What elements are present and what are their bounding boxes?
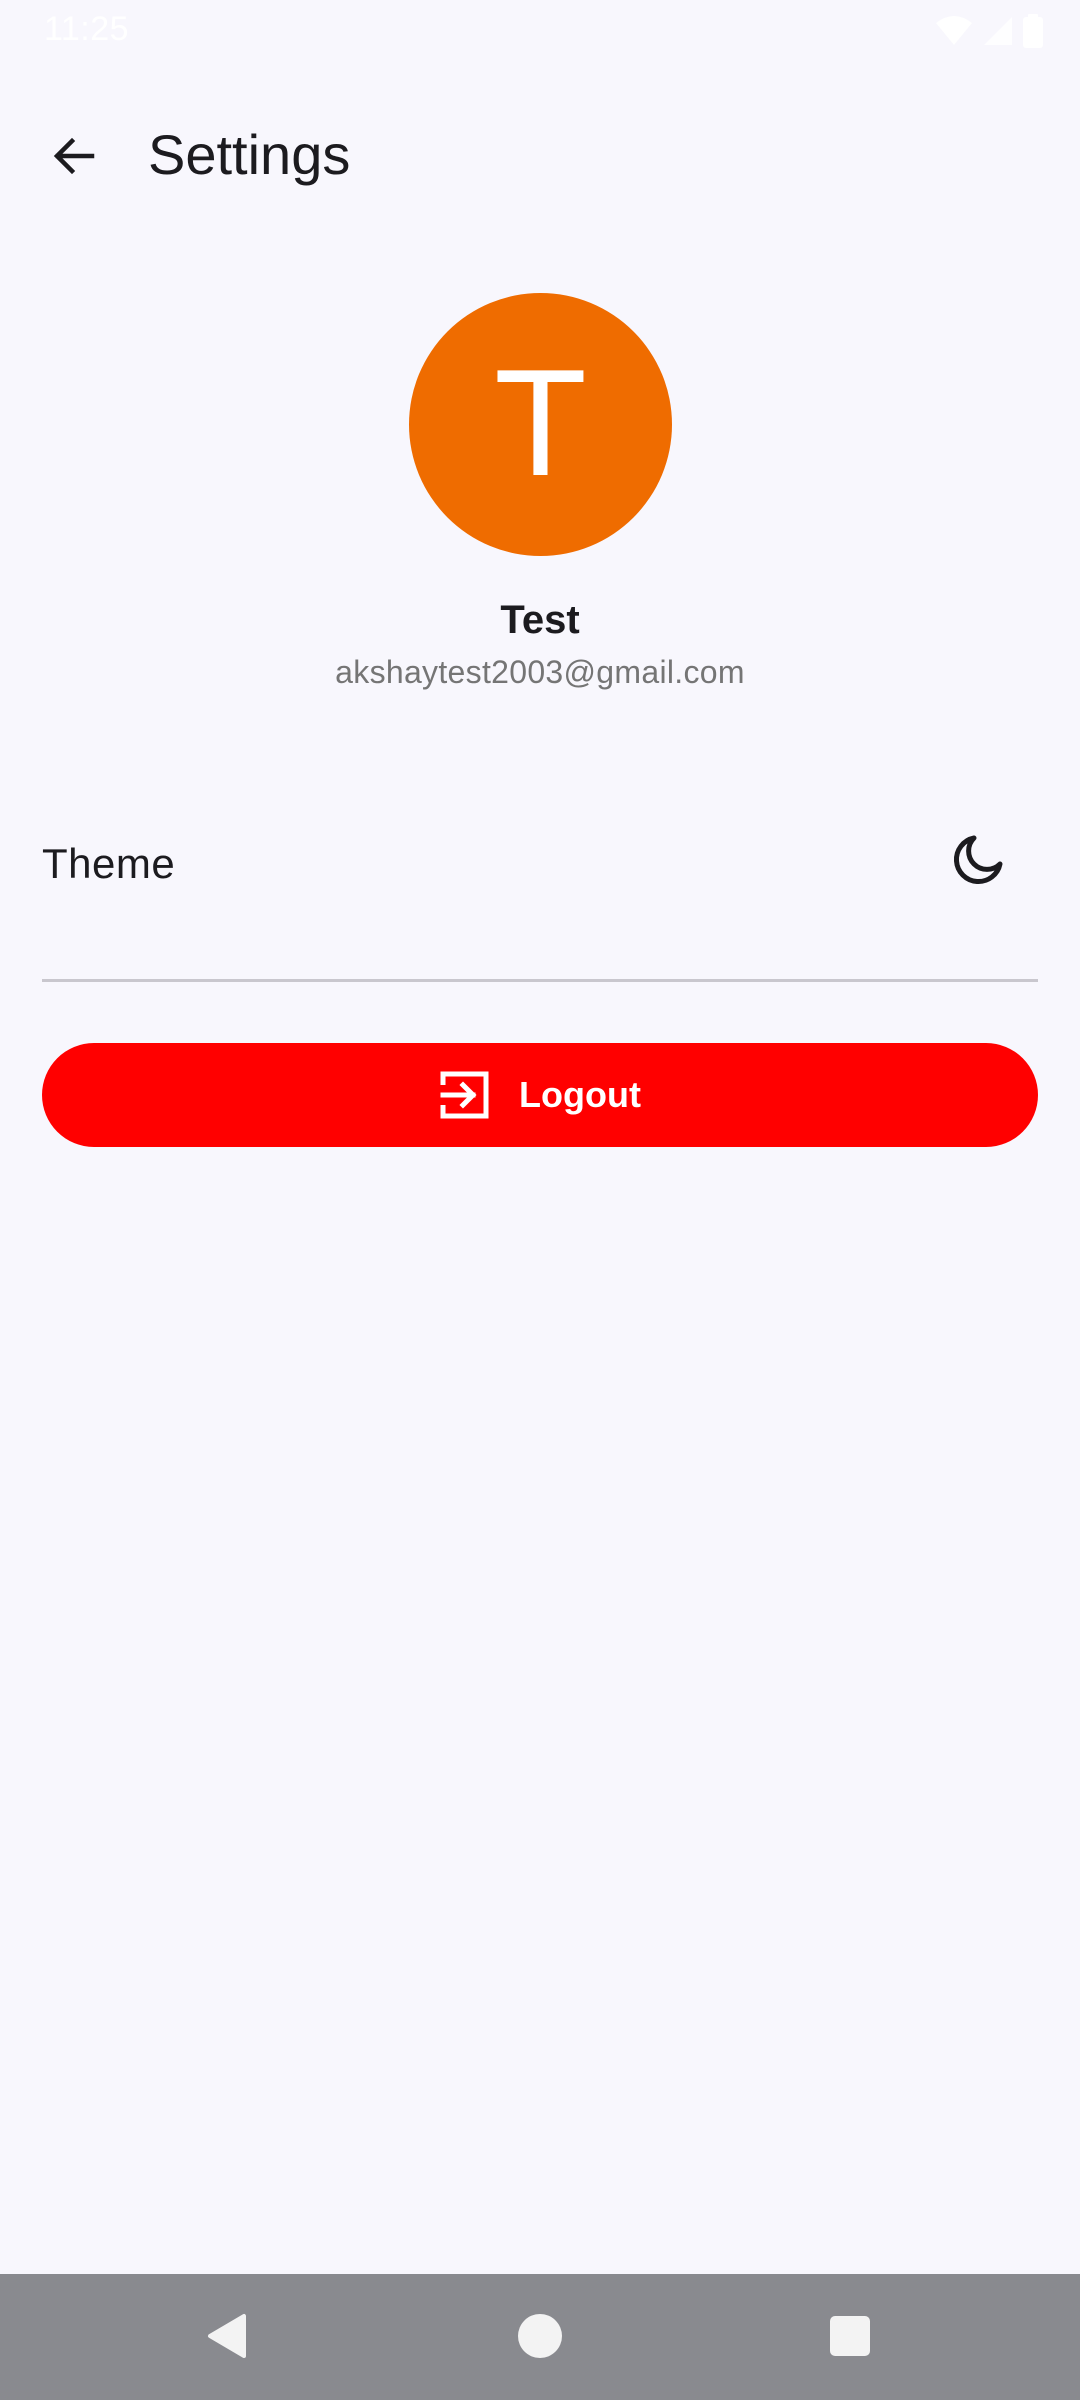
signal-icon	[982, 15, 1014, 47]
theme-toggle-button[interactable]	[930, 814, 1026, 910]
back-triangle-icon	[204, 2312, 252, 2365]
theme-label: Theme	[42, 840, 176, 887]
logout-button[interactable]: Logout	[42, 1043, 1038, 1147]
logout-label: Logout	[519, 1074, 641, 1115]
wifi-icon	[934, 15, 974, 47]
theme-setting-row: Theme	[42, 810, 1038, 982]
status-icons	[934, 14, 1044, 48]
back-button[interactable]	[30, 114, 118, 202]
logout-icon	[439, 1069, 491, 1121]
status-bar: 11:25	[0, 0, 1080, 60]
nav-recents-button[interactable]	[810, 2298, 890, 2378]
nav-back-button[interactable]	[188, 2298, 268, 2378]
battery-icon	[1022, 14, 1044, 48]
home-circle-icon	[517, 2313, 563, 2364]
recents-square-icon	[829, 2315, 871, 2362]
profile-email: akshaytest2003@gmail.com	[335, 654, 745, 690]
profile-name: Test	[500, 598, 580, 642]
moon-icon	[950, 832, 1006, 893]
app-bar: Settings	[0, 80, 1080, 214]
avatar: T	[409, 293, 672, 556]
status-time: 11:25	[44, 10, 130, 48]
avatar-initial: T	[494, 337, 587, 508]
nav-home-button[interactable]	[500, 2298, 580, 2378]
page-title: Settings	[148, 123, 351, 186]
arrow-left-icon	[50, 132, 98, 185]
navigation-bar	[0, 2274, 1080, 2400]
